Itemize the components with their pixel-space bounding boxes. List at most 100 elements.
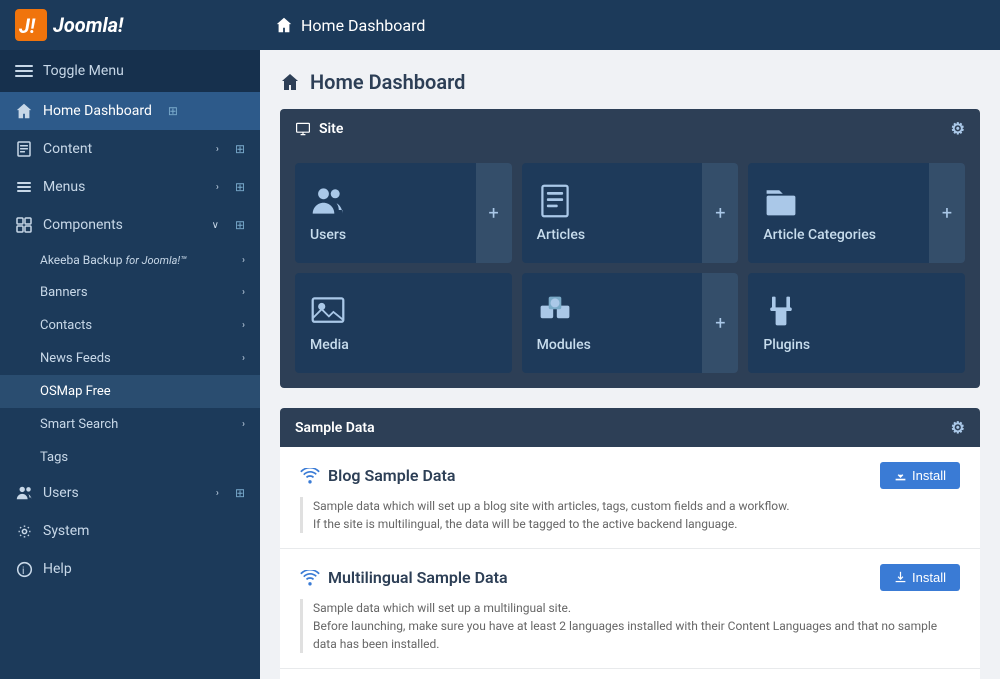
home-grid-icon: ⊞ bbox=[168, 104, 178, 118]
help-label: Help bbox=[43, 561, 72, 577]
banners-label: Banners bbox=[40, 285, 88, 300]
blog-sample-name-text: Blog Sample Data bbox=[328, 466, 455, 485]
help-icon: i bbox=[15, 560, 33, 578]
sidebar-item-components[interactable]: Components ∨ ⊞ bbox=[0, 206, 260, 244]
sidebar-item-help[interactable]: i Help bbox=[0, 550, 260, 588]
site-panel-body: Users + bbox=[280, 148, 980, 388]
categories-add-button[interactable]: + bbox=[929, 163, 965, 263]
joomla-logo-text: Joomla! bbox=[53, 13, 123, 37]
akeeba-chevron: › bbox=[242, 255, 245, 266]
content-icon bbox=[15, 140, 33, 158]
sidebar-item-toggle-menu[interactable]: Toggle Menu bbox=[0, 50, 260, 92]
sample-data-header: Sample Data ⚙ bbox=[280, 408, 980, 447]
sidebar-item-menus[interactable]: Menus › ⊞ bbox=[0, 168, 260, 206]
users-icon-label: Users bbox=[310, 227, 346, 243]
articles-add-button[interactable]: + bbox=[702, 163, 738, 263]
multilingual-sample-item: Multilingual Sample Data Install bbox=[280, 549, 980, 669]
modules-add-button[interactable]: + bbox=[702, 273, 738, 373]
menus-icon bbox=[15, 178, 33, 196]
users-label: Users bbox=[43, 485, 79, 501]
top-bar: J! Joomla! Home Dashboard bbox=[0, 0, 1000, 50]
blog-install-button[interactable]: Install bbox=[880, 462, 960, 489]
multilingual-install-button[interactable]: Install bbox=[880, 564, 960, 591]
contacts-label: Contacts bbox=[40, 318, 92, 333]
site-panel-title: Site bbox=[295, 121, 343, 137]
quick-icon-modules[interactable]: Modules + bbox=[522, 273, 739, 373]
quick-icon-plugins-main[interactable]: Plugins bbox=[748, 273, 965, 373]
quick-icon-users[interactable]: Users + bbox=[295, 163, 512, 263]
modules-large-icon bbox=[537, 293, 573, 329]
quick-icon-modules-main[interactable]: Modules bbox=[522, 273, 703, 373]
logo-area: J! Joomla! bbox=[15, 9, 275, 41]
users-sidebar-icon bbox=[15, 484, 33, 502]
svg-text:J!: J! bbox=[19, 14, 36, 38]
akeeba-label: Akeeba Backup for Joomla!™ bbox=[40, 253, 187, 267]
menus-label: Menus bbox=[43, 179, 85, 195]
hamburger-icon bbox=[15, 62, 33, 80]
quick-icon-media-main[interactable]: Media bbox=[295, 273, 512, 373]
smart-search-chevron: › bbox=[242, 419, 245, 430]
categories-icon-label: Article Categories bbox=[763, 227, 876, 243]
sidebar-item-contacts[interactable]: Contacts › bbox=[0, 309, 260, 342]
contacts-chevron: › bbox=[242, 320, 245, 331]
sample-data-panel: Sample Data ⚙ Blog Sample Data bbox=[280, 408, 980, 679]
sidebar-item-smart-search[interactable]: Smart Search › bbox=[0, 408, 260, 441]
components-grid-icon: ⊞ bbox=[235, 218, 245, 232]
quick-icon-users-main[interactable]: Users bbox=[295, 163, 476, 263]
components-icon bbox=[15, 216, 33, 234]
site-panel-header: Site ⚙ bbox=[280, 109, 980, 148]
content-grid-icon: ⊞ bbox=[235, 142, 245, 156]
sidebar-item-content[interactable]: Content › ⊞ bbox=[0, 130, 260, 168]
sidebar-item-users[interactable]: Users › ⊞ bbox=[0, 474, 260, 512]
site-panel: Site ⚙ bbox=[280, 109, 980, 388]
plugins-icon-label: Plugins bbox=[763, 337, 810, 353]
toggle-menu-label: Toggle Menu bbox=[43, 63, 124, 79]
system-label: System bbox=[43, 523, 89, 539]
sidebar-item-system[interactable]: System bbox=[0, 512, 260, 550]
quick-icon-articles-main[interactable]: Articles bbox=[522, 163, 703, 263]
joomla-icon: J! bbox=[15, 9, 47, 41]
quick-icon-plugins[interactable]: Plugins bbox=[748, 273, 965, 373]
modules-icon-label: Modules bbox=[537, 337, 591, 353]
main-content: Home Dashboard Site ⚙ bbox=[260, 50, 1000, 679]
users-add-button[interactable]: + bbox=[476, 163, 512, 263]
content-chevron: › bbox=[216, 144, 219, 155]
sidebar-item-tags[interactable]: Tags bbox=[0, 441, 260, 474]
monitor-icon bbox=[295, 121, 311, 137]
multilingual-sample-title-row: Multilingual Sample Data Install bbox=[300, 564, 960, 591]
joomla-logo[interactable]: J! Joomla! bbox=[15, 9, 123, 41]
sidebar-item-banners[interactable]: Banners › bbox=[0, 276, 260, 309]
top-bar-title: Home Dashboard bbox=[275, 16, 425, 35]
page-home-icon bbox=[280, 72, 300, 92]
sidebar: Toggle Menu Home Dashboard ⊞ bbox=[0, 50, 260, 679]
sidebar-item-home-dashboard[interactable]: Home Dashboard ⊞ bbox=[0, 92, 260, 130]
svg-text:i: i bbox=[21, 565, 23, 576]
sidebar-item-news-feeds[interactable]: News Feeds › bbox=[0, 342, 260, 375]
tags-label: Tags bbox=[40, 450, 68, 465]
media-large-icon bbox=[310, 293, 346, 329]
install-icon-blog bbox=[894, 469, 907, 482]
home-icon bbox=[275, 16, 293, 34]
quick-icon-articles[interactable]: Articles + bbox=[522, 163, 739, 263]
sidebar-item-osmap[interactable]: OSMap Free bbox=[0, 375, 260, 408]
media-icon-label: Media bbox=[310, 337, 349, 353]
quick-icon-media[interactable]: Media bbox=[295, 273, 512, 373]
news-feeds-label: News Feeds bbox=[40, 351, 111, 366]
blog-sample-desc: Sample data which will set up a blog sit… bbox=[300, 497, 960, 533]
components-label: Components bbox=[43, 217, 123, 233]
articles-icon-label: Articles bbox=[537, 227, 585, 243]
quick-icon-article-categories[interactable]: Article Categories + bbox=[748, 163, 965, 263]
osmap-label: OSMap Free bbox=[40, 384, 111, 399]
manage-row: Manage bbox=[280, 669, 980, 679]
sidebar-item-akeeba[interactable]: Akeeba Backup for Joomla!™ › bbox=[0, 244, 260, 276]
components-chevron: ∨ bbox=[212, 220, 219, 231]
quick-icon-categories-main[interactable]: Article Categories bbox=[748, 163, 929, 263]
blog-sample-item: Blog Sample Data Install Sa bbox=[280, 447, 980, 549]
news-feeds-chevron: › bbox=[242, 353, 245, 364]
wifi-icon-multilingual bbox=[300, 570, 320, 586]
users-chevron: › bbox=[216, 488, 219, 499]
site-panel-gear-icon[interactable]: ⚙ bbox=[951, 119, 965, 138]
home-dashboard-label: Home Dashboard bbox=[43, 103, 152, 119]
menus-grid-icon: ⊞ bbox=[235, 180, 245, 194]
sample-data-gear-icon[interactable]: ⚙ bbox=[951, 418, 965, 437]
